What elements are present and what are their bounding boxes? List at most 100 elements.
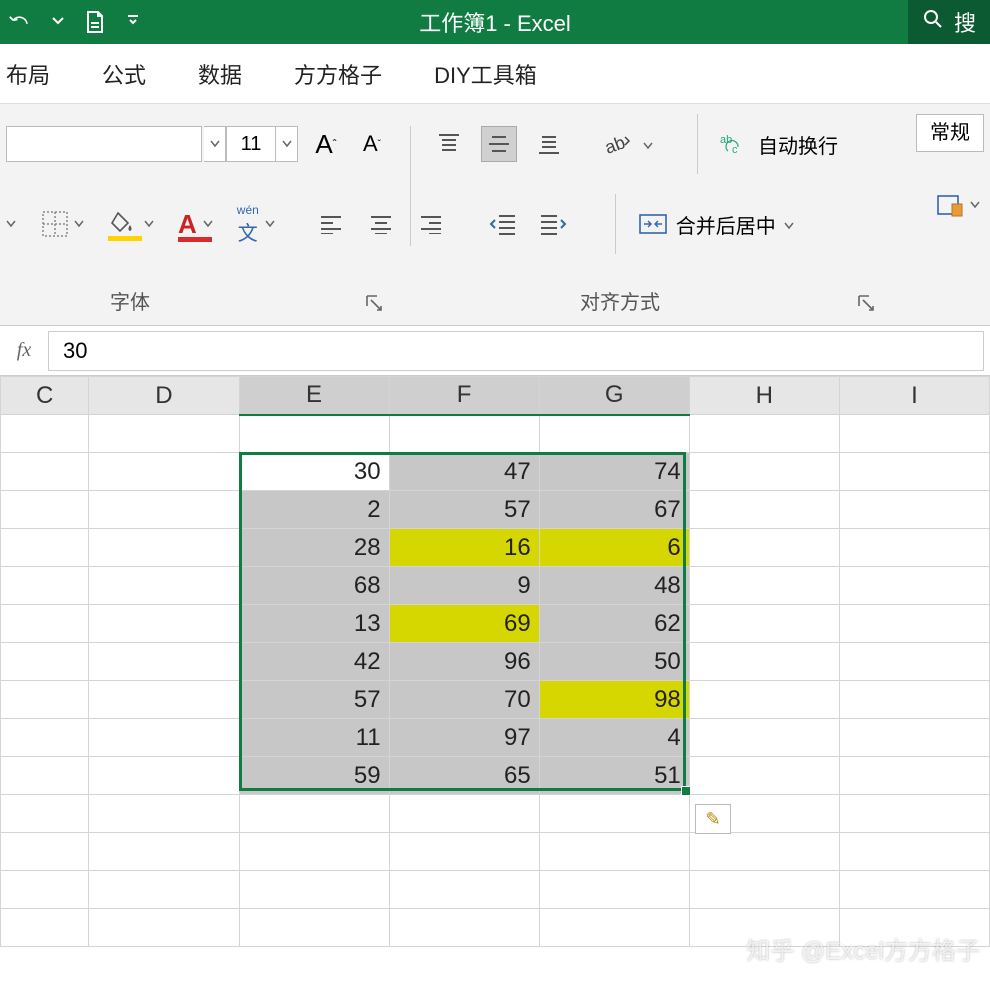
cell[interactable] (689, 681, 839, 719)
cell[interactable] (89, 757, 239, 795)
align-bottom-button[interactable] (531, 126, 567, 162)
cell[interactable] (539, 415, 689, 453)
cell[interactable] (839, 871, 989, 909)
cell[interactable]: 51 (539, 757, 689, 795)
cell[interactable] (89, 719, 239, 757)
cell[interactable] (239, 415, 389, 453)
cell[interactable] (689, 415, 839, 453)
cell[interactable] (89, 833, 239, 871)
cell[interactable] (689, 757, 839, 795)
cell[interactable]: 9 (389, 567, 539, 605)
cell[interactable]: 57 (389, 491, 539, 529)
wrap-text-button[interactable]: abc 自动换行 (720, 130, 838, 159)
cell[interactable] (839, 681, 989, 719)
cell[interactable]: 68 (239, 567, 389, 605)
ribbon-tab[interactable]: 数据 (198, 58, 242, 90)
cell[interactable] (539, 871, 689, 909)
fill-handle[interactable] (681, 786, 691, 796)
ribbon-tab[interactable]: 布局 (6, 58, 50, 90)
cell[interactable] (839, 529, 989, 567)
cell[interactable]: 67 (539, 491, 689, 529)
cell[interactable]: 70 (389, 681, 539, 719)
font-dialog-launcher[interactable] (364, 293, 386, 315)
cell[interactable] (839, 567, 989, 605)
font-misc-dropdown[interactable] (6, 220, 16, 228)
cell[interactable] (539, 795, 689, 833)
paste-options-button[interactable]: ✎ (695, 804, 731, 834)
cell[interactable]: 65 (389, 757, 539, 795)
cell[interactable]: 28 (239, 529, 389, 567)
cell[interactable] (89, 567, 239, 605)
cell[interactable] (239, 833, 389, 871)
cell[interactable] (689, 719, 839, 757)
cell[interactable] (389, 795, 539, 833)
cell[interactable] (89, 415, 239, 453)
cell[interactable] (839, 643, 989, 681)
cell[interactable]: 48 (539, 567, 689, 605)
cell[interactable] (1, 719, 89, 757)
accounting-format-button[interactable] (936, 192, 980, 218)
cell[interactable] (689, 453, 839, 491)
cell[interactable] (1, 491, 89, 529)
align-left-button[interactable] (313, 206, 349, 242)
cell[interactable] (89, 605, 239, 643)
cell[interactable] (239, 909, 389, 947)
align-middle-button[interactable] (481, 126, 517, 162)
cell[interactable]: 16 (389, 529, 539, 567)
cell[interactable]: 96 (389, 643, 539, 681)
cell[interactable] (689, 567, 839, 605)
cell[interactable] (389, 909, 539, 947)
cell[interactable] (539, 909, 689, 947)
cell[interactable] (239, 795, 389, 833)
column-header[interactable]: H (689, 377, 839, 415)
phonetic-button[interactable]: wén文 (237, 203, 275, 246)
qat-customize-icon[interactable] (126, 13, 140, 32)
cell[interactable] (689, 833, 839, 871)
decrease-font-button[interactable]: Aˇ (354, 124, 390, 164)
cell[interactable] (239, 871, 389, 909)
cell[interactable] (89, 795, 239, 833)
cell[interactable] (389, 871, 539, 909)
cell[interactable] (1, 453, 89, 491)
cell[interactable]: 98 (539, 681, 689, 719)
cell[interactable]: 62 (539, 605, 689, 643)
cell[interactable] (389, 833, 539, 871)
align-top-button[interactable] (431, 126, 467, 162)
increase-font-button[interactable]: Aˆ (308, 124, 344, 164)
font-family-input[interactable] (6, 126, 202, 162)
cell[interactable] (689, 605, 839, 643)
column-header[interactable]: F (389, 377, 539, 415)
cell[interactable] (1, 909, 89, 947)
cell[interactable] (689, 643, 839, 681)
fx-label[interactable]: fx (0, 339, 48, 362)
cell[interactable] (839, 491, 989, 529)
ribbon-tab[interactable]: 方方格子 (294, 58, 382, 90)
cell[interactable] (89, 453, 239, 491)
decrease-indent-button[interactable] (485, 206, 521, 242)
cell[interactable] (89, 909, 239, 947)
cell[interactable] (839, 415, 989, 453)
cell[interactable] (1, 871, 89, 909)
cell[interactable]: 97 (389, 719, 539, 757)
cell[interactable]: 42 (239, 643, 389, 681)
cell[interactable] (689, 491, 839, 529)
cell[interactable] (89, 529, 239, 567)
cell[interactable]: 13 (239, 605, 389, 643)
cell[interactable] (389, 415, 539, 453)
cell[interactable] (89, 643, 239, 681)
cell[interactable] (1, 757, 89, 795)
cell[interactable] (89, 681, 239, 719)
cell[interactable]: 4 (539, 719, 689, 757)
borders-button[interactable] (40, 209, 84, 239)
number-format-select[interactable]: 常规 (916, 114, 984, 152)
cell[interactable] (1, 415, 89, 453)
align-center-button[interactable] (363, 206, 399, 242)
cell[interactable] (1, 833, 89, 871)
cell[interactable] (839, 605, 989, 643)
undo-icon[interactable] (8, 9, 34, 35)
cell[interactable]: 74 (539, 453, 689, 491)
orientation-button[interactable]: ab (605, 131, 653, 157)
cell[interactable] (839, 453, 989, 491)
cell[interactable] (1, 643, 89, 681)
cell[interactable]: 59 (239, 757, 389, 795)
